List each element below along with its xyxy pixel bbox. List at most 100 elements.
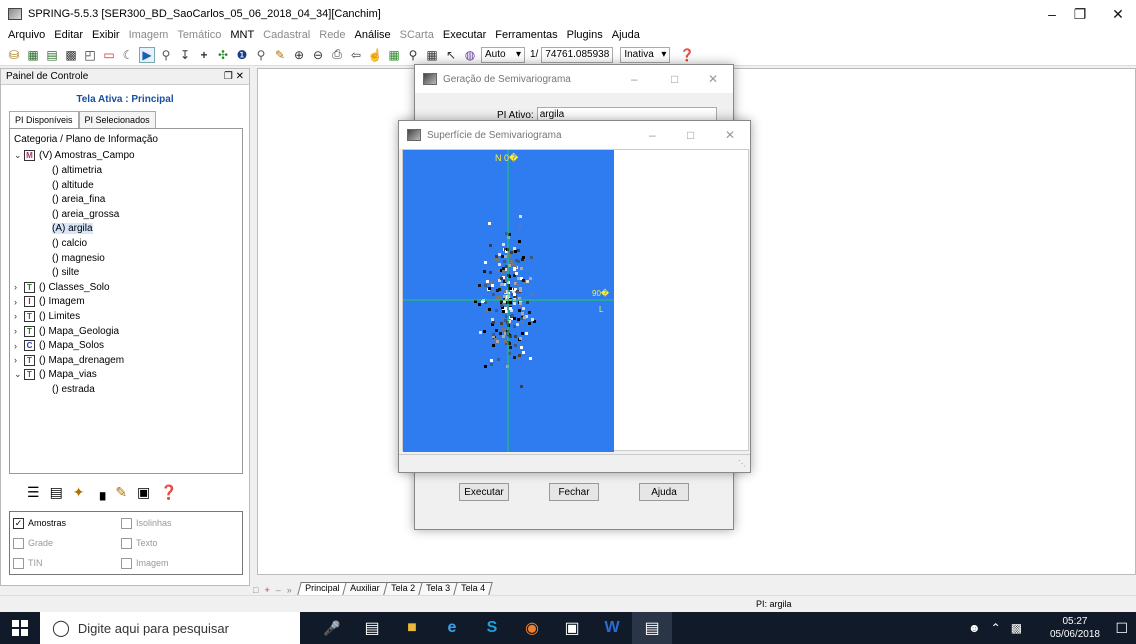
screen-icon[interactable]: ▭ xyxy=(101,47,117,63)
tab-nav-remove[interactable]: – xyxy=(276,585,281,595)
symbology-icon[interactable]: ✦ xyxy=(73,484,85,501)
close-icon[interactable]: ✕ xyxy=(725,128,735,142)
maximize-icon[interactable]: □ xyxy=(671,72,678,86)
tree-leaf[interactable]: () calcio xyxy=(14,236,238,251)
table-view-icon[interactable]: ▤ xyxy=(50,484,63,501)
database-icon[interactable]: ⛁ xyxy=(6,47,22,63)
minimize-button[interactable]: – xyxy=(1042,6,1062,22)
tree-category[interactable]: ⌄ M (V) Amostras_Campo xyxy=(14,149,238,164)
checkbox-5[interactable]: Imagem xyxy=(121,556,231,570)
tree-category[interactable]: ⌄ T () Mapa_vias xyxy=(14,368,238,383)
back-icon[interactable]: ⇦ xyxy=(348,47,364,63)
microphone-icon[interactable]: 🎤 xyxy=(312,612,352,644)
close-button[interactable]: ✕ xyxy=(1108,6,1128,23)
screen-tab[interactable]: Tela 2 xyxy=(383,582,423,595)
menu-item-5[interactable]: MNT xyxy=(230,29,254,41)
tab-nav-first[interactable]: □ xyxy=(253,585,258,595)
screen-tab[interactable]: Tela 3 xyxy=(418,582,458,595)
menu-item-2[interactable]: Exibir xyxy=(92,29,120,41)
chevron-right-icon[interactable]: › xyxy=(14,311,24,321)
tree-category[interactable]: › T () Mapa_Geologia xyxy=(14,324,238,339)
question-icon[interactable]: ❓ xyxy=(160,484,177,501)
checkbox-box[interactable] xyxy=(121,517,132,529)
tree-leaf[interactable]: () altimetria xyxy=(14,163,238,178)
chart-icon[interactable]: ▗ xyxy=(95,484,106,501)
plus-icon[interactable]: + xyxy=(196,47,212,63)
minimize-icon[interactable]: – xyxy=(649,128,656,142)
menu-item-11[interactable]: Ferramentas xyxy=(495,29,557,41)
chevron-right-icon[interactable]: › xyxy=(14,326,24,336)
menu-item-9[interactable]: SCarta xyxy=(400,29,434,41)
minimize-icon[interactable]: – xyxy=(631,72,638,86)
start-button[interactable] xyxy=(0,612,40,644)
cursor-icon[interactable]: ↧ xyxy=(177,47,193,63)
mode-select[interactable]: Auto ▾ xyxy=(481,46,525,63)
menu-item-3[interactable]: Imagem xyxy=(129,29,169,41)
draw-icon[interactable]: ◰ xyxy=(82,47,98,63)
table-icon[interactable]: ▩ xyxy=(63,47,79,63)
help-icon[interactable]: ❓ xyxy=(679,47,695,63)
checkbox-1[interactable]: Isolinhas xyxy=(121,516,231,530)
screen-tab[interactable]: Principal xyxy=(296,582,347,595)
tree-category[interactable]: › C () Mapa_Solos xyxy=(14,338,238,353)
tab-nav-next[interactable]: » xyxy=(287,585,292,595)
list-icon[interactable]: ☰ xyxy=(27,484,40,501)
checkbox-4[interactable]: TIN xyxy=(13,556,121,570)
zoom-out-icon[interactable]: ⊖ xyxy=(310,47,326,63)
project-icon[interactable]: ▦ xyxy=(25,47,41,63)
chevron-right-icon[interactable]: › xyxy=(14,282,24,292)
tree-category[interactable]: › T () Limites xyxy=(14,309,238,324)
layer-visibility-icon[interactable]: ▦ xyxy=(386,47,402,63)
clock[interactable]: 05:27 05/06/2018 xyxy=(1050,615,1100,641)
menu-item-6[interactable]: Cadastral xyxy=(263,29,310,41)
tree-leaf[interactable]: () altitude xyxy=(14,178,238,193)
edit-icon[interactable]: ✎ xyxy=(115,484,127,501)
edge-icon[interactable]: e xyxy=(432,612,472,644)
tab-pi-selecionados[interactable]: PI Selecionados xyxy=(78,111,156,128)
task-view-icon[interactable]: ▤ xyxy=(352,612,392,644)
ajuda-button[interactable]: Ajuda xyxy=(639,483,689,501)
menu-item-10[interactable]: Executar xyxy=(443,29,486,41)
menu-item-4[interactable]: Temático xyxy=(177,29,221,41)
chevron-down-icon[interactable]: ⌄ xyxy=(14,150,24,161)
zoom-icon[interactable]: ⚲ xyxy=(158,47,174,63)
store-icon[interactable]: ▣ xyxy=(552,612,592,644)
checkbox-box[interactable] xyxy=(13,557,24,569)
checkbox-0[interactable]: ✓ Amostras xyxy=(13,516,121,530)
tree-leaf[interactable]: () areia_grossa xyxy=(14,207,238,222)
menu-item-13[interactable]: Ajuda xyxy=(612,29,640,41)
zoom-in-icon[interactable]: ⊕ xyxy=(291,47,307,63)
maximize-icon[interactable]: □ xyxy=(687,128,694,142)
checkbox-box[interactable]: ✓ xyxy=(13,517,24,529)
skype-icon[interactable]: S xyxy=(472,612,512,644)
tree-leaf[interactable]: () magnesio xyxy=(14,251,238,266)
chevron-right-icon[interactable]: › xyxy=(14,297,24,307)
zoom-fit-icon[interactable]: ⚲ xyxy=(405,47,421,63)
layers-icon[interactable]: ▤ xyxy=(44,47,60,63)
notification-icon[interactable]: ☐ xyxy=(1115,620,1128,637)
state-select[interactable]: Inativa ▾ xyxy=(620,46,671,63)
display-icon[interactable]: ▶ xyxy=(139,46,155,63)
tree-category[interactable]: › T () Mapa_drenagem xyxy=(14,353,238,368)
checkbox-box[interactable] xyxy=(121,557,132,569)
chevron-right-icon[interactable]: › xyxy=(14,341,24,351)
menu-item-8[interactable]: Análise xyxy=(355,29,391,41)
resize-grip-icon[interactable]: ⋱ xyxy=(738,459,746,468)
pencil-icon[interactable]: ✎ xyxy=(272,47,288,63)
menu-item-0[interactable]: Arquivo xyxy=(8,29,45,41)
screen-tab[interactable]: Tela 4 xyxy=(453,582,493,595)
fechar-button[interactable]: Fechar xyxy=(549,483,599,501)
panel-dock-icons[interactable]: ❐ ✕ xyxy=(224,71,244,82)
semivariogram-surface-plot[interactable]: N 0� 90� L xyxy=(403,150,614,452)
people-icon[interactable]: ☻ xyxy=(968,621,981,635)
close-icon[interactable]: ✕ xyxy=(708,72,718,86)
executar-button[interactable]: Executar xyxy=(459,483,509,501)
checkbox-3[interactable]: Texto xyxy=(121,536,231,550)
info-icon[interactable]: ❶ xyxy=(234,47,250,63)
tree-leaf[interactable]: () silte xyxy=(14,265,238,280)
tree-category[interactable]: › T () Classes_Solo xyxy=(14,280,238,295)
tool-icon[interactable]: ☾ xyxy=(120,47,136,63)
scale-input[interactable]: 74761.085938 xyxy=(541,46,614,63)
checkbox-2[interactable]: Grade xyxy=(13,536,121,550)
screen-tab[interactable]: Auxiliar xyxy=(342,582,388,595)
